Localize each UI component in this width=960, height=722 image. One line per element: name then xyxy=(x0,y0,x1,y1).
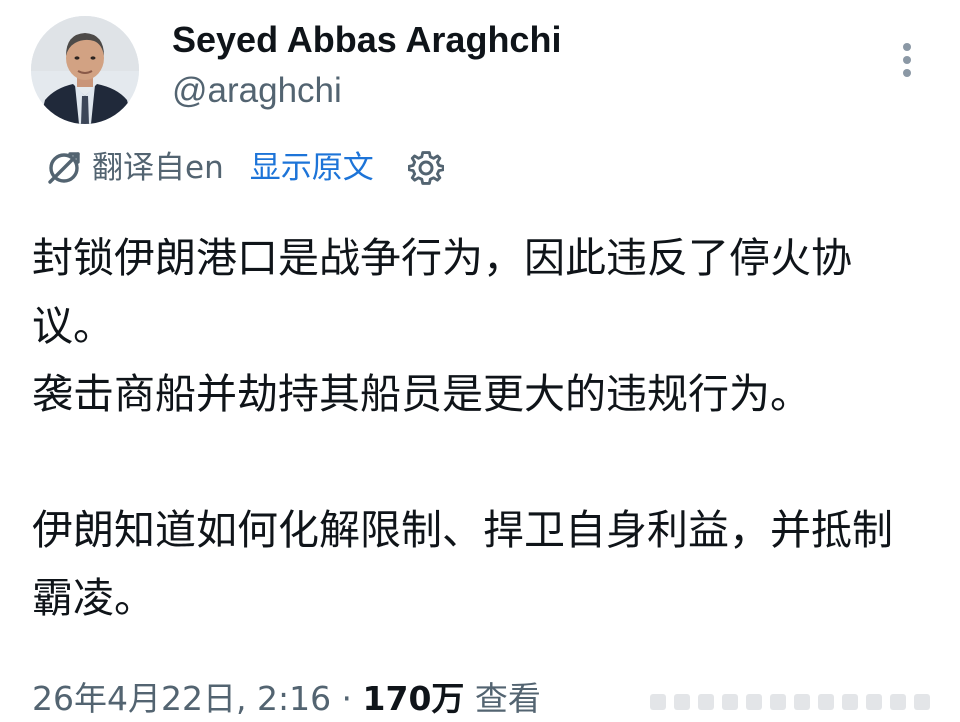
meta-separator: · xyxy=(331,679,363,718)
gear-icon[interactable] xyxy=(407,150,444,186)
watermark-graphic xyxy=(650,694,930,710)
translate-icon xyxy=(48,152,80,184)
author-display-name[interactable]: Seyed Abbas Araghchi xyxy=(172,18,561,62)
translation-bar: 翻译自en 显示原文 xyxy=(44,146,444,190)
translated-from-label: 翻译自en xyxy=(92,150,224,186)
tweet-paragraph: 伊朗知道如何化解限制、捍卫自身利益，并抵制霸凌。 xyxy=(32,506,893,622)
tweet-paragraph: 封锁伊朗港口是战争行为，因此违反了停火协议。 袭击商船并劫持其船员是更大的违规行为… xyxy=(32,234,852,418)
views-count: 170万 xyxy=(362,679,465,718)
tweet-timestamp[interactable]: 26年4月22日, 2:16 xyxy=(32,679,331,718)
author-handle[interactable]: @araghchi xyxy=(172,70,342,112)
more-options-icon[interactable] xyxy=(896,40,918,80)
avatar[interactable] xyxy=(31,16,139,124)
tweet-text: 封锁伊朗港口是战争行为，因此违反了停火协议。 袭击商船并劫持其船员是更大的违规行为… xyxy=(32,224,932,632)
user-avatar-photo xyxy=(31,16,139,124)
tweet-meta: 26年4月22日, 2:16 · 170万 查看 xyxy=(32,676,541,722)
show-original-link[interactable]: 显示原文 xyxy=(250,146,374,190)
views-label: 查看 xyxy=(464,679,541,718)
